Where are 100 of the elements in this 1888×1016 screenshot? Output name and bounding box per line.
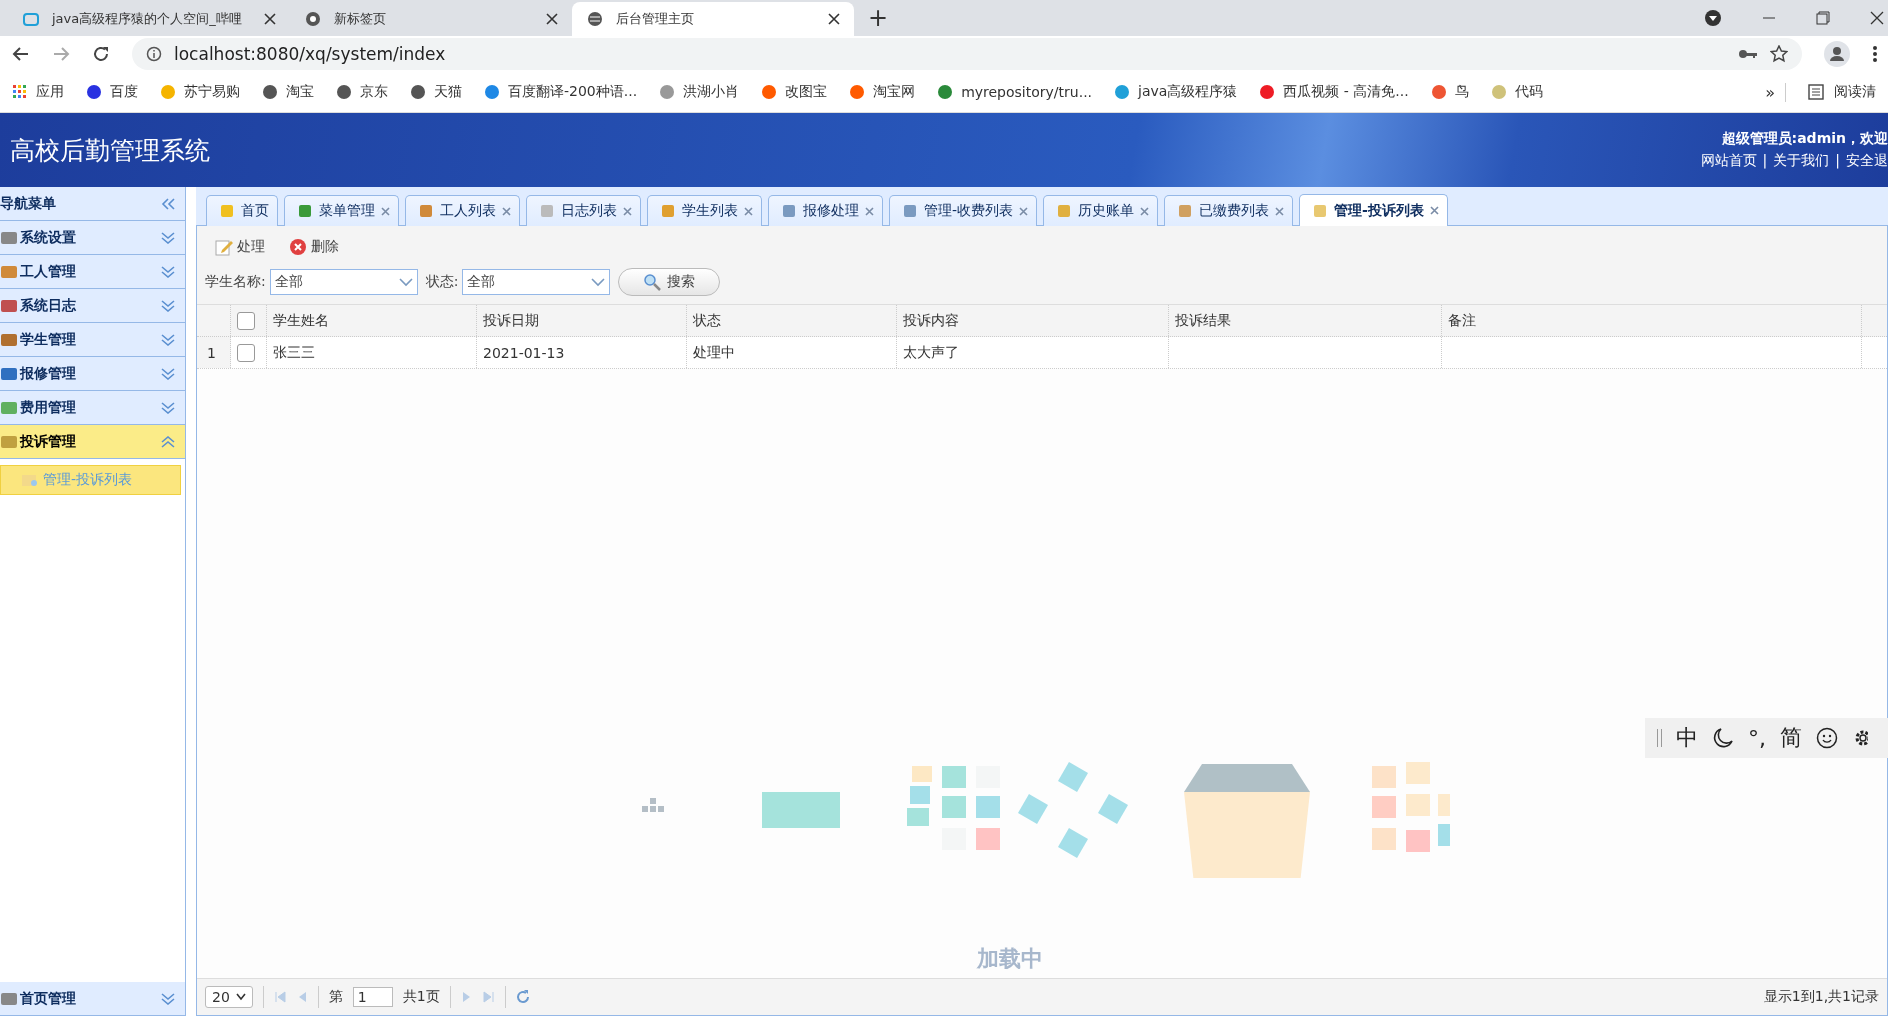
separator: | [1835,152,1840,170]
tab[interactable]: 已缴费列表 [1164,195,1294,226]
menu-group[interactable]: 系统日志 [0,289,185,323]
bookmark-icon [410,84,426,100]
bookmark-label: 代码 [1514,83,1543,101]
filter-dropdown[interactable]: 全部 [269,269,418,295]
menu-group[interactable]: 投诉管理 [0,425,185,459]
bookmark-label: 淘宝 [286,83,314,101]
ime-mode[interactable]: 中 [1676,723,1698,753]
header-link[interactable]: 安全退 [1846,152,1888,170]
browser-tab[interactable]: 新标签页 [290,2,572,36]
bookmark-icon [1259,84,1276,100]
bookmark[interactable]: 苏宁易购 [160,83,240,101]
address-bar[interactable]: localhost:8080/xq/system/index [132,38,1802,70]
menu-group[interactable]: 报修管理 [0,357,185,391]
header-link[interactable]: 网站首页 [1700,152,1757,170]
refresh-icon[interactable] [515,990,530,1004]
menu-group-label: 费用管理 [20,398,76,417]
bookmark[interactable]: 改图宝 [761,83,828,101]
bookmark[interactable]: 洪湖小肖 [659,83,740,101]
back-icon[interactable] [12,45,30,63]
close-icon[interactable] [1870,11,1884,25]
collapse-icon[interactable] [161,197,175,210]
bookmark[interactable]: 代码 [1490,83,1543,101]
header-link[interactable]: 关于我们 [1773,152,1830,170]
ime-script[interactable]: 简 [1780,723,1802,753]
bookmark[interactable]: 鸟 [1430,83,1469,101]
tab[interactable]: 学生列表 [647,195,762,226]
menu-group-label: 工人管理 [20,262,76,281]
reload-icon[interactable] [92,45,110,63]
star-icon[interactable] [1770,45,1788,63]
key-icon[interactable] [1738,47,1758,61]
tab-icon [781,203,797,219]
bookmark-icon [262,84,278,100]
tab[interactable]: 工人列表 [405,195,520,226]
bookmark[interactable]: 百度 [86,83,138,101]
menu-group[interactable]: 首页管理 [0,982,185,1016]
bookmark[interactable]: java高级程序猿 [1114,83,1238,101]
chevron-down-icon [161,265,175,278]
forward-icon[interactable] [52,45,70,63]
smiley-icon[interactable] [1816,727,1838,749]
menu-group[interactable]: 系统设置 [0,221,185,255]
tab[interactable]: 首页 [206,195,278,226]
more-bookmarks-button[interactable]: » [1765,82,1786,102]
tab[interactable]: 报修处理 [768,195,883,226]
bookmark-label: 西瓜视频 - 高清免... [1283,83,1409,101]
column-header: 学生姓名 [273,311,329,330]
close-icon[interactable] [546,13,558,25]
menu-group[interactable]: 费用管理 [0,391,185,425]
more-icon[interactable] [1872,45,1878,63]
welcome-text: 超级管理员:admin，欢迎 [1721,130,1888,148]
tab-title: 后台管理主页 [616,10,695,28]
browser-tab[interactable]: 后台管理主页 [572,2,854,36]
record-summary: 显示1到1,共1记录 [1763,988,1879,1006]
close-icon[interactable] [828,13,840,25]
page-total: 共1页 [402,988,440,1006]
bookmark[interactable]: 天猫 [410,83,462,101]
menu-group-label: 系统日志 [20,296,76,315]
edit-button[interactable]: 处理 [211,236,269,258]
menu-group[interactable]: 工人管理 [0,255,185,289]
url-text: localhost:8080/xq/system/index [174,44,446,64]
moon-icon[interactable] [1712,727,1734,749]
row-checkbox[interactable] [237,343,255,362]
column-header: 投诉内容 [903,311,959,330]
ime-punctuation[interactable]: °, [1748,725,1766,751]
delete-button[interactable]: 删除 [285,236,343,258]
page-size-select[interactable]: 20 [205,986,253,1008]
chevron-up-icon [161,435,175,448]
filter-dropdown[interactable]: 全部 [462,269,611,295]
page-number-field[interactable]: 1 [352,987,393,1007]
menu-group[interactable]: 学生管理 [0,323,185,357]
bookmark-icon [86,84,102,100]
bookmark[interactable]: myrepository/tru... [937,84,1093,100]
restore-icon[interactable] [1816,11,1830,25]
bookmark[interactable]: 应用 [12,83,64,101]
bookmark-label: 应用 [36,83,64,101]
bookmark[interactable]: 百度翻译-200种语... [484,83,638,101]
close-icon[interactable] [264,13,276,25]
search-button[interactable]: 搜索 [618,268,721,296]
tab-icon [219,203,235,219]
select-all-checkbox[interactable] [237,311,255,330]
bookmark-icon [1490,84,1507,100]
profile-icon[interactable] [1824,41,1850,67]
tab[interactable]: 日志列表 [526,195,641,226]
reading-list-button[interactable]: 阅读清 [1808,83,1876,101]
new-tab-button[interactable]: + [854,4,903,36]
bookmark[interactable]: 西瓜视频 - 高清免... [1259,83,1409,101]
tab-icon [297,203,313,219]
browser-tab[interactable]: java高级程序猿的个人空间_哔哩 [8,2,290,36]
tab[interactable]: 历史账单 [1043,195,1159,226]
loading-text: 加载中 [977,945,1043,973]
dropdown-icon[interactable] [1704,9,1722,27]
bookmark-label: 改图宝 [785,83,828,101]
bookmark[interactable]: 淘宝 [262,83,314,101]
tab[interactable]: 菜单管理 [284,195,399,226]
tab[interactable]: 管理-投诉列表 [1299,194,1448,226]
menu-group-label: 投诉管理 [20,432,76,451]
bookmark[interactable]: 淘宝网 [849,83,916,101]
tab[interactable]: 管理-收费列表 [889,195,1038,226]
bookmark[interactable]: 京东 [336,83,388,101]
